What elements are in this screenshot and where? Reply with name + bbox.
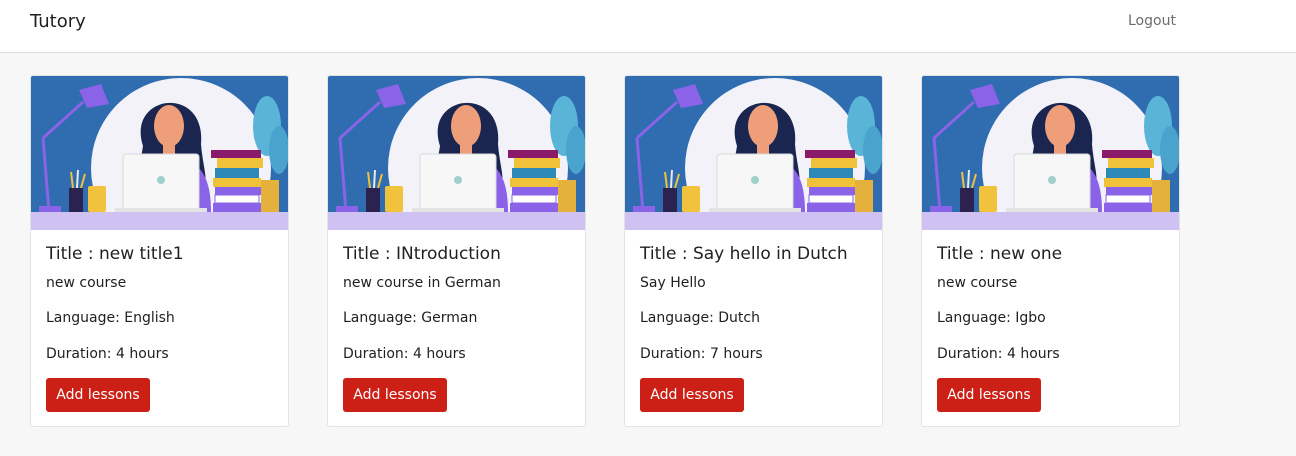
course-card: Title : new one new course Language: Igb… — [921, 75, 1180, 427]
course-duration: Duration: 7 hours — [640, 346, 763, 362]
course-language: Language: Igbo — [937, 310, 1046, 326]
course-card: Title : Say hello in Dutch Say Hello Lan… — [624, 75, 883, 427]
add-lessons-button[interactable]: Add lessons — [640, 378, 744, 412]
course-language: Language: German — [343, 310, 478, 326]
course-language: Language: English — [46, 310, 175, 326]
course-illustration — [31, 76, 288, 230]
course-title: Title : INtroduction — [343, 244, 501, 264]
add-lessons-button[interactable]: Add lessons — [937, 378, 1041, 412]
add-lessons-button[interactable]: Add lessons — [343, 378, 447, 412]
course-card: Title : INtroduction new course in Germa… — [327, 75, 586, 427]
course-title: Title : new title1 — [46, 244, 184, 264]
course-card: Title : new title1 new course Language: … — [30, 75, 289, 427]
add-lessons-button[interactable]: Add lessons — [46, 378, 150, 412]
course-title: Title : new one — [937, 244, 1063, 264]
course-duration: Duration: 4 hours — [937, 346, 1060, 362]
logout-link[interactable]: Logout — [1128, 13, 1176, 29]
course-description: new course in German — [343, 275, 501, 291]
course-title: Title : Say hello in Dutch — [640, 244, 848, 264]
course-language: Language: Dutch — [640, 310, 760, 326]
brand-link[interactable]: Tutory — [30, 11, 86, 32]
course-illustration — [625, 76, 882, 230]
course-duration: Duration: 4 hours — [343, 346, 466, 362]
course-description: Say Hello — [640, 275, 706, 291]
navbar: Tutory Logout — [0, 0, 1296, 53]
course-illustration — [328, 76, 585, 230]
course-illustration — [922, 76, 1179, 230]
course-duration: Duration: 4 hours — [46, 346, 169, 362]
course-description: new course — [46, 275, 127, 291]
course-description: new course — [937, 275, 1018, 291]
